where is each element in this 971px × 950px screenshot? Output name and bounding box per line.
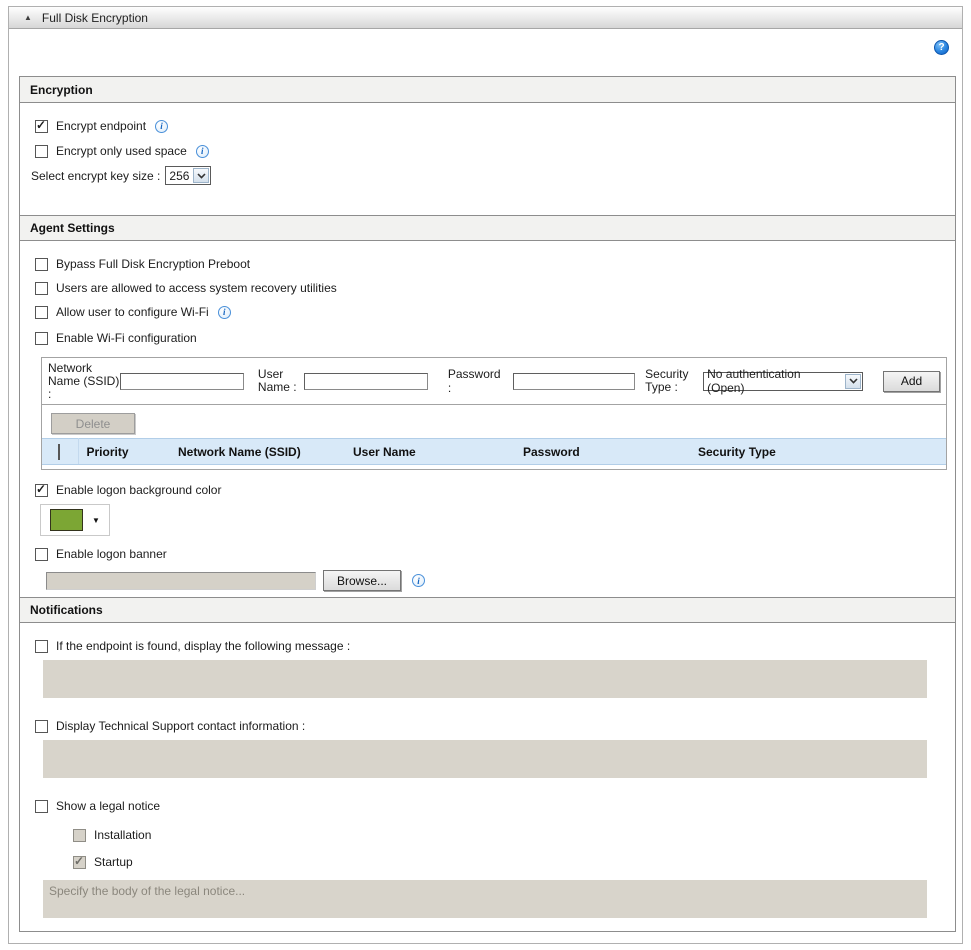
bypass-preboot-checkbox[interactable]: [35, 258, 48, 271]
chevron-down-icon: [845, 374, 861, 389]
dropdown-arrow-icon: ▼: [92, 516, 100, 525]
encryption-section-title: Encryption: [30, 83, 93, 97]
info-icon[interactable]: i: [155, 120, 168, 133]
legal-notice-checkbox[interactable]: [35, 800, 48, 813]
enable-wifi-config-row: Enable Wi-Fi configuration: [35, 331, 955, 345]
encrypt-endpoint-checkbox[interactable]: [35, 120, 48, 133]
page-title: Full Disk Encryption: [42, 11, 148, 25]
chevron-down-icon: [193, 168, 209, 183]
help-row: ?: [9, 29, 962, 55]
legal-notice-label: Show a legal notice: [56, 799, 160, 813]
allow-user-wifi-checkbox[interactable]: [35, 306, 48, 319]
ssid-input[interactable]: [120, 373, 244, 390]
endpoint-found-row: If the endpoint is found, display the fo…: [35, 639, 955, 653]
security-type-value: No authentication (Open): [707, 367, 841, 395]
logon-background-row: Enable logon background color: [35, 483, 955, 497]
encrypt-used-space-label: Encrypt only used space: [56, 144, 187, 158]
browse-button[interactable]: Browse...: [323, 570, 401, 591]
recovery-utilities-row: Users are allowed to access system recov…: [35, 281, 955, 295]
banner-file-row: Browse... i: [46, 570, 955, 591]
agent-settings-section: Bypass Full Disk Encryption Preboot User…: [20, 257, 955, 597]
enable-wifi-config-checkbox[interactable]: [35, 332, 48, 345]
user-name-input[interactable]: [304, 373, 428, 390]
full-disk-encryption-widget: ▲ Full Disk Encryption ? Encryption Encr…: [8, 6, 963, 944]
wifi-table-header-row: Priority Network Name (SSID) User Name P…: [42, 439, 946, 465]
encryption-section: Encrypt endpoint i Encrypt only used spa…: [20, 119, 955, 215]
section-titlebar[interactable]: ▲ Full Disk Encryption: [9, 7, 962, 29]
column-header-ssid[interactable]: Network Name (SSID): [170, 439, 345, 465]
agent-settings-section-header: Agent Settings: [20, 215, 955, 241]
column-header-security-type[interactable]: Security Type: [690, 439, 946, 465]
wifi-network-table: Priority Network Name (SSID) User Name P…: [42, 438, 946, 465]
add-button[interactable]: Add: [883, 371, 940, 392]
tech-support-label: Display Technical Support contact inform…: [56, 719, 305, 733]
logon-banner-checkbox[interactable]: [35, 548, 48, 561]
banner-path-input[interactable]: [46, 572, 316, 590]
endpoint-found-label: If the endpoint is found, display the fo…: [56, 639, 350, 653]
password-input[interactable]: [513, 373, 635, 390]
info-icon[interactable]: i: [196, 145, 209, 158]
wifi-config-box: Network Name (SSID) : User Name : Passwo…: [41, 357, 947, 470]
color-swatch: [50, 509, 83, 531]
legal-startup-row: Startup: [73, 855, 955, 869]
tech-support-row: Display Technical Support contact inform…: [35, 719, 955, 733]
tech-support-message-textarea[interactable]: [43, 740, 927, 778]
endpoint-found-checkbox[interactable]: [35, 640, 48, 653]
legal-installation-checkbox[interactable]: [73, 829, 86, 842]
legal-installation-label: Installation: [94, 828, 151, 842]
user-name-label: User Name :: [258, 368, 304, 394]
logon-background-checkbox[interactable]: [35, 484, 48, 497]
tech-support-checkbox[interactable]: [35, 720, 48, 733]
key-size-row: Select encrypt key size : 256: [31, 166, 955, 185]
key-size-select[interactable]: 256: [165, 166, 211, 185]
legal-startup-checkbox[interactable]: [73, 856, 86, 869]
recovery-utilities-label: Users are allowed to access system recov…: [56, 281, 337, 295]
bypass-preboot-label: Bypass Full Disk Encryption Preboot: [56, 257, 250, 271]
settings-panel: Encryption Encrypt endpoint i Encrypt on…: [19, 76, 956, 932]
select-all-checkbox[interactable]: [58, 444, 60, 460]
recovery-utilities-checkbox[interactable]: [35, 282, 48, 295]
notifications-section: If the endpoint is found, display the fo…: [20, 639, 955, 932]
color-picker[interactable]: ▼: [40, 504, 110, 536]
column-header-priority[interactable]: Priority: [78, 439, 170, 465]
security-type-label: Security Type :: [645, 368, 697, 394]
encrypt-used-space-checkbox[interactable]: [35, 145, 48, 158]
password-label: Password :: [448, 367, 507, 395]
key-size-value: 256: [169, 169, 189, 183]
encrypt-endpoint-label: Encrypt endpoint: [56, 119, 146, 133]
info-icon[interactable]: i: [412, 574, 425, 587]
encrypt-endpoint-row: Encrypt endpoint i: [35, 119, 955, 133]
logon-background-label: Enable logon background color: [56, 483, 221, 497]
logon-banner-row: Enable logon banner: [35, 547, 955, 561]
legal-notice-row: Show a legal notice: [35, 799, 955, 813]
wifi-delete-row: Delete: [42, 405, 946, 438]
wifi-form-row: Network Name (SSID) : User Name : Passwo…: [42, 358, 946, 405]
allow-user-wifi-label: Allow user to configure Wi-Fi: [56, 305, 209, 319]
notifications-section-title: Notifications: [30, 603, 103, 617]
info-icon[interactable]: i: [218, 306, 231, 319]
help-icon[interactable]: ?: [934, 40, 949, 55]
endpoint-found-message-textarea[interactable]: [43, 660, 927, 698]
ssid-label: Network Name (SSID) :: [48, 362, 120, 401]
encryption-section-header: Encryption: [20, 77, 955, 103]
enable-wifi-config-label: Enable Wi-Fi configuration: [56, 331, 197, 345]
select-all-cell: [42, 439, 78, 465]
collapse-icon[interactable]: ▲: [24, 14, 32, 22]
delete-button[interactable]: Delete: [51, 413, 135, 434]
legal-startup-label: Startup: [94, 855, 133, 869]
notifications-section-header: Notifications: [20, 597, 955, 623]
encrypt-used-space-row: Encrypt only used space i: [35, 144, 955, 158]
key-size-label: Select encrypt key size :: [31, 169, 160, 183]
logon-banner-label: Enable logon banner: [56, 547, 167, 561]
column-header-password[interactable]: Password: [515, 439, 690, 465]
bypass-preboot-row: Bypass Full Disk Encryption Preboot: [35, 257, 955, 271]
agent-settings-section-title: Agent Settings: [30, 221, 115, 235]
legal-notice-body-textarea[interactable]: [43, 880, 927, 918]
security-type-select[interactable]: No authentication (Open): [703, 372, 863, 391]
allow-user-wifi-row: Allow user to configure Wi-Fi i: [35, 305, 955, 319]
column-header-user-name[interactable]: User Name: [345, 439, 515, 465]
legal-installation-row: Installation: [73, 828, 955, 842]
